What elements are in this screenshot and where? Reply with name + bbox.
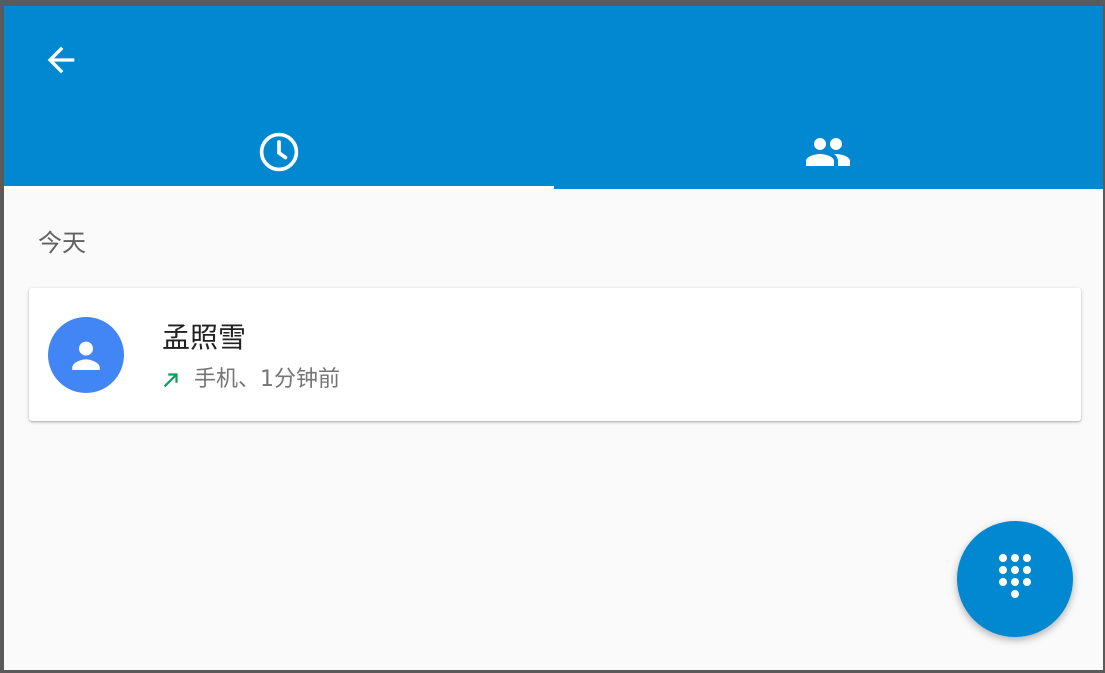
app-window: 今天 孟照雪 手机、1分钟前 bbox=[4, 6, 1103, 670]
call-log-entry[interactable]: 孟照雪 手机、1分钟前 bbox=[29, 288, 1081, 421]
call-details: 手机、1分钟前 bbox=[160, 366, 340, 394]
people-contacts-icon bbox=[806, 137, 851, 166]
tab-bar bbox=[4, 114, 1103, 189]
dialpad-button[interactable] bbox=[957, 521, 1073, 637]
back-button[interactable] bbox=[34, 33, 88, 87]
outgoing-call-arrow-icon bbox=[163, 373, 178, 388]
app-bar bbox=[4, 6, 1103, 189]
person-icon bbox=[72, 341, 100, 371]
call-details-text: 手机、1分钟前 bbox=[194, 367, 340, 392]
tab-contacts[interactable] bbox=[554, 114, 1104, 189]
dialpad-icon bbox=[999, 554, 1031, 598]
arrow-left-icon bbox=[47, 46, 75, 74]
avatar[interactable] bbox=[48, 317, 124, 393]
section-header-today: 今天 bbox=[38, 229, 86, 257]
clock-history-icon bbox=[259, 132, 298, 171]
contact-name: 孟照雪 bbox=[162, 321, 247, 354]
tab-call-history[interactable] bbox=[4, 114, 554, 189]
